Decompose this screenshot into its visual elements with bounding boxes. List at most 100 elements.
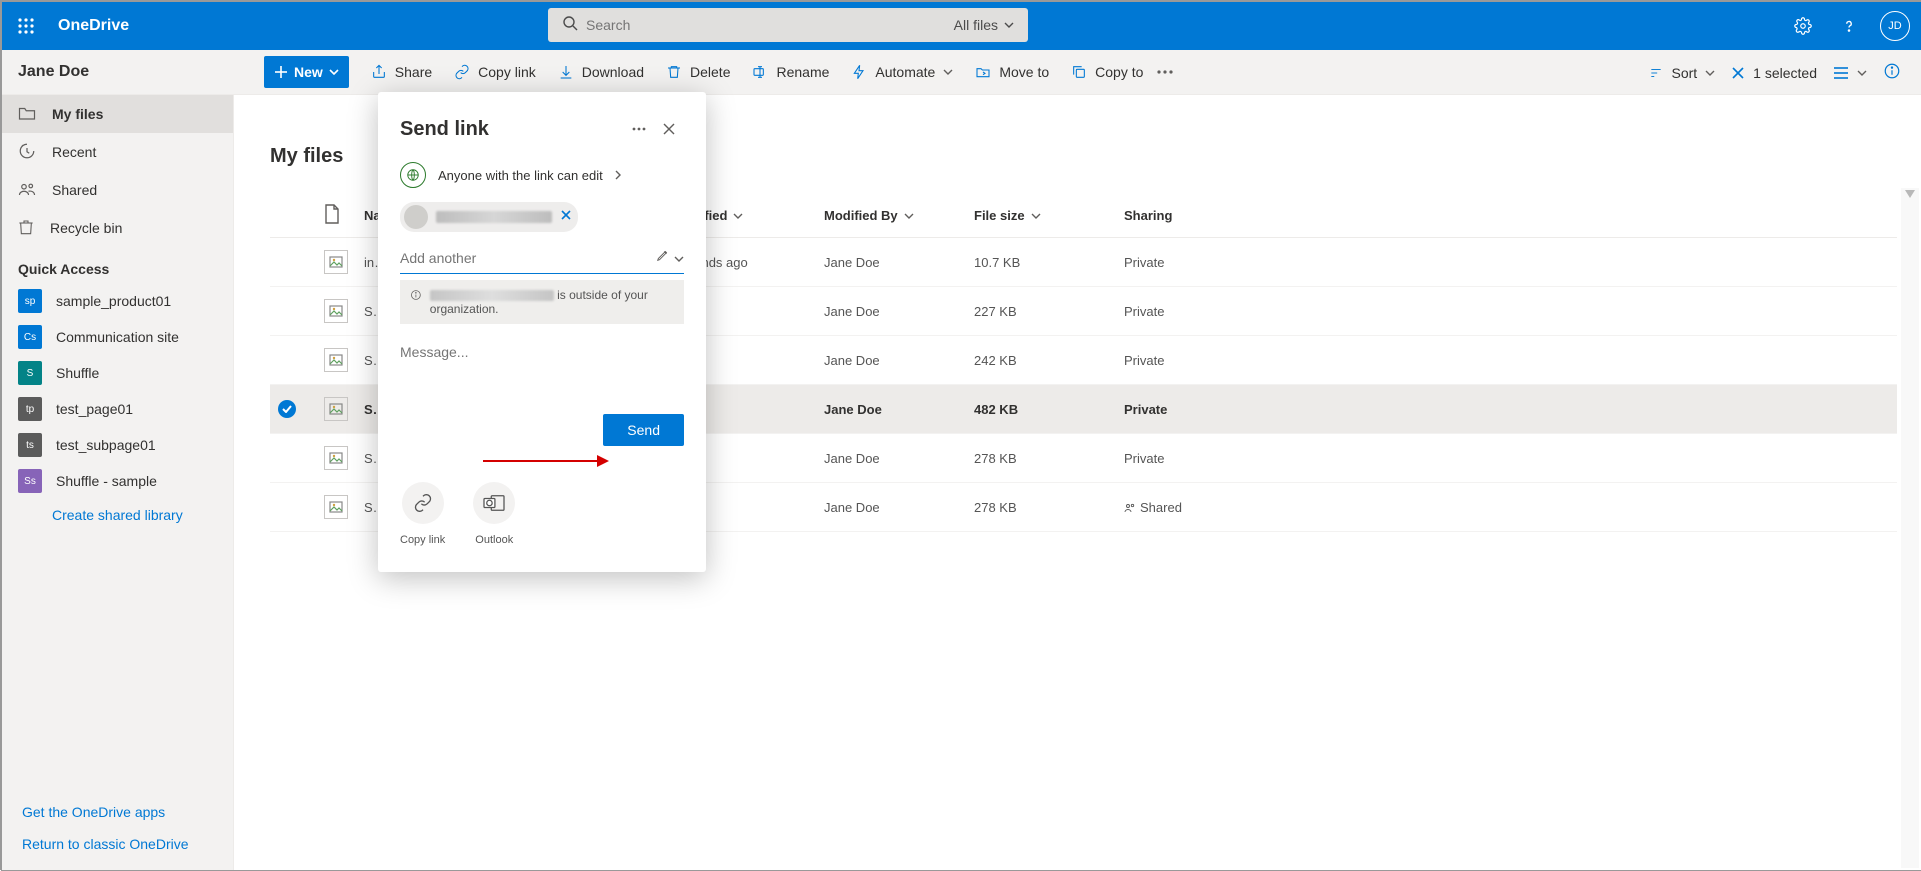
get-onedrive-apps-link[interactable]: Get the OneDrive apps — [22, 804, 233, 820]
send-link-dialog: Send link Anyone with the link can edit — [378, 92, 706, 572]
qa-item[interactable]: spsample_product01 — [2, 283, 233, 319]
gear-icon — [1794, 17, 1812, 35]
cell-modified-by: Jane Doe — [824, 500, 880, 515]
share-icon — [371, 64, 387, 80]
cmd-download[interactable]: Download — [558, 64, 644, 80]
vertical-scrollbar[interactable] — [1901, 188, 1919, 868]
qa-item[interactable]: Ss Shuffle - sample — [2, 463, 233, 499]
cell-modified-by: Jane Doe — [824, 402, 882, 417]
outlook-tile[interactable]: Outlook — [473, 482, 515, 546]
dialog-close-button[interactable] — [654, 114, 684, 144]
qa-item[interactable]: SShuffle — [2, 355, 233, 391]
return-classic-link[interactable]: Return to classic OneDrive — [22, 836, 233, 852]
qa-item[interactable]: tptest_page01 — [2, 391, 233, 427]
chevron-down-icon — [1031, 213, 1041, 219]
remove-recipient-button[interactable] — [560, 208, 572, 226]
image-file-icon — [324, 397, 348, 421]
details-pane-button[interactable] — [1883, 62, 1901, 83]
add-recipient-input[interactable] — [400, 246, 656, 270]
sort-label: Sort — [1671, 65, 1697, 81]
col-modified-by[interactable]: Modified By — [816, 194, 966, 238]
row-selected-indicator[interactable] — [278, 400, 296, 418]
cmd-label: Copy to — [1095, 64, 1143, 80]
image-file-icon — [324, 446, 348, 470]
search-input[interactable] — [586, 17, 946, 33]
help-icon — [1840, 17, 1858, 35]
new-button[interactable]: New — [264, 56, 349, 88]
cell-sharing: Private — [1124, 304, 1164, 319]
app-launcher-button[interactable] — [2, 2, 50, 50]
cmd-label: Automate — [875, 64, 935, 80]
cmd-rename[interactable]: Rename — [752, 64, 829, 80]
copy-link-tile[interactable]: Copy link — [400, 482, 445, 546]
settings-button[interactable] — [1781, 2, 1825, 50]
account-name[interactable]: Jane Doe — [18, 63, 264, 81]
image-file-icon — [324, 495, 348, 519]
qa-item-label: Communication site — [56, 329, 179, 345]
cmd-move-to[interactable]: Move to — [975, 64, 1049, 80]
trash-icon — [666, 64, 682, 80]
warning-email-blurred — [430, 290, 554, 301]
cell-file-size: 10.7 KB — [974, 255, 1020, 270]
nav-item-recycle-bin[interactable]: Recycle bin — [2, 209, 233, 247]
nav-item-shared[interactable]: Shared — [2, 171, 233, 209]
search-scope-label: All files — [954, 17, 998, 33]
qa-item[interactable]: CsCommunication site — [2, 319, 233, 355]
permission-text: Anyone with the link can edit — [438, 168, 603, 183]
message-input[interactable] — [400, 344, 684, 360]
col-sharing[interactable]: Sharing — [1116, 194, 1897, 238]
nav-item-my-files[interactable]: My files — [2, 95, 233, 133]
send-button[interactable]: Send — [603, 414, 684, 446]
command-bar: Jane Doe New Share Copy link Download De… — [2, 50, 1921, 95]
permission-chevron[interactable] — [674, 249, 684, 267]
qa-item-label: Shuffle - sample — [56, 473, 157, 489]
waffle-icon — [18, 18, 34, 34]
cell-sharing: Private — [1124, 353, 1164, 368]
site-tile-icon: ts — [18, 433, 42, 457]
search-scope-dropdown[interactable]: All files — [946, 17, 1028, 33]
cell-sharing: Private — [1124, 255, 1164, 270]
close-icon — [560, 209, 572, 221]
view-button[interactable] — [1833, 66, 1867, 80]
cell-file-size: 278 KB — [974, 451, 1017, 466]
link-icon — [454, 64, 470, 80]
people-icon — [18, 181, 36, 200]
help-button[interactable] — [1827, 2, 1871, 50]
edit-permission-button[interactable] — [656, 248, 670, 267]
nav-item-recent[interactable]: Recent — [2, 133, 233, 171]
file-header-icon — [324, 204, 340, 224]
image-file-icon — [324, 299, 348, 323]
selection-count[interactable]: 1 selected — [1731, 65, 1817, 81]
cmd-overflow[interactable] — [1157, 70, 1173, 74]
chevron-down-icon — [674, 256, 684, 262]
cmd-automate[interactable]: Automate — [851, 64, 953, 80]
sort-button[interactable]: Sort — [1649, 65, 1715, 81]
copy-link-icon — [402, 482, 444, 524]
cmd-label: Move to — [999, 64, 1049, 80]
move-to-icon — [975, 64, 991, 80]
top-actions: JD — [1781, 2, 1917, 50]
app-title[interactable]: OneDrive — [58, 17, 129, 35]
trash-icon — [18, 218, 34, 239]
col-file-size[interactable]: File size — [966, 194, 1116, 238]
link-permission-button[interactable]: Anyone with the link can edit — [400, 162, 684, 188]
close-icon — [662, 122, 676, 136]
cmd-copy-link[interactable]: Copy link — [454, 64, 536, 80]
qa-item[interactable]: tstest_subpage01 — [2, 427, 233, 463]
search-box[interactable]: All files — [548, 8, 1028, 42]
recipient-chip[interactable] — [400, 202, 578, 232]
cmd-delete[interactable]: Delete — [666, 64, 730, 80]
site-tile-icon: tp — [18, 397, 42, 421]
cmd-share[interactable]: Share — [371, 64, 432, 80]
account-button[interactable]: JD — [1873, 2, 1917, 50]
chevron-down-icon — [1004, 22, 1014, 28]
chevron-down-icon — [733, 213, 743, 219]
dialog-more-button[interactable] — [624, 114, 654, 144]
create-shared-library-link[interactable]: Create shared library — [2, 507, 233, 523]
cmd-label: Rename — [776, 64, 829, 80]
site-tile-icon: Ss — [18, 469, 42, 493]
cmd-copy-to[interactable]: Copy to — [1071, 64, 1143, 80]
outlook-icon — [473, 482, 515, 524]
cmdbar-right: Sort 1 selected — [1649, 50, 1901, 95]
pencil-icon — [656, 248, 670, 262]
